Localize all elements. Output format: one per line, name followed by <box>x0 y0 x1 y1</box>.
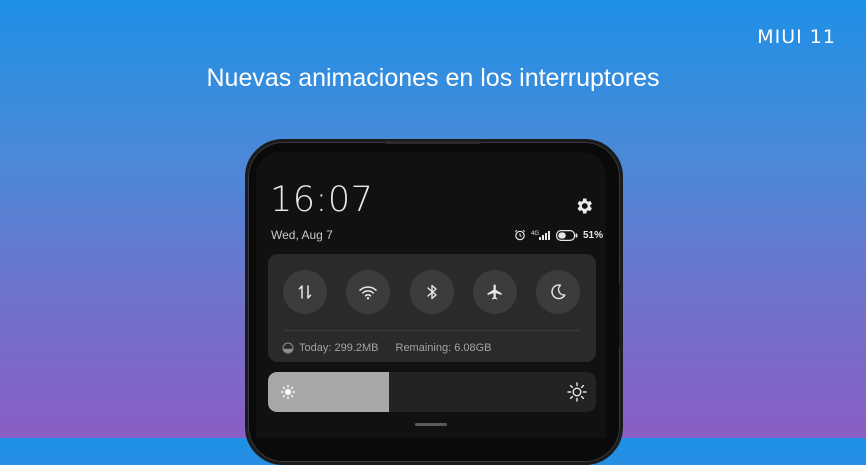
toggle-airplane-mode[interactable] <box>473 270 517 314</box>
toggle-do-not-disturb[interactable] <box>536 270 580 314</box>
clock-date: Wed, Aug 7 <box>271 228 333 242</box>
phone-screen: 16:07 Wed, Aug 7 4G 51% Today: 299.2MB R… <box>256 152 606 438</box>
headline: Nuevas animaciones en los interruptores <box>206 64 660 92</box>
brightness-high-icon <box>567 382 587 402</box>
phone-speaker <box>385 141 481 144</box>
clock-time: 16:07 <box>270 180 374 220</box>
panel-drag-handle[interactable] <box>415 423 447 426</box>
quick-toggles <box>283 270 583 316</box>
gear-icon[interactable] <box>574 196 594 216</box>
mobile-data-icon <box>298 285 312 299</box>
toggle-bluetooth[interactable] <box>410 270 454 314</box>
data-usage-remaining: Remaining: 6.08GB <box>395 342 492 354</box>
brand-label: MIUI 11 <box>757 26 836 48</box>
airplane-icon <box>487 284 502 300</box>
moon-icon <box>551 284 566 300</box>
panel-divider <box>284 330 580 331</box>
wifi-icon <box>359 286 377 300</box>
status-bar: 4G 51% <box>514 228 603 242</box>
network-type-label: 4G <box>531 231 539 237</box>
data-usage-row[interactable]: Today: 299.2MB Remaining: 6.08GB <box>282 340 492 356</box>
toggle-wifi[interactable] <box>346 270 390 314</box>
signal-4g-icon: 4G <box>531 231 550 240</box>
brightness-low-icon <box>280 384 296 400</box>
phone-side-button <box>619 283 623 347</box>
alarm-icon <box>514 229 526 241</box>
battery-percentage: 51% <box>583 229 604 241</box>
brightness-slider[interactable] <box>268 372 596 412</box>
data-usage-today: Today: 299.2MB <box>299 342 379 354</box>
battery-icon <box>556 229 578 241</box>
quick-settings-panel: Today: 299.2MB Remaining: 6.08GB <box>268 254 596 362</box>
data-usage-icon <box>282 342 294 354</box>
bluetooth-icon <box>427 284 437 300</box>
toggle-mobile-data[interactable] <box>283 270 327 314</box>
